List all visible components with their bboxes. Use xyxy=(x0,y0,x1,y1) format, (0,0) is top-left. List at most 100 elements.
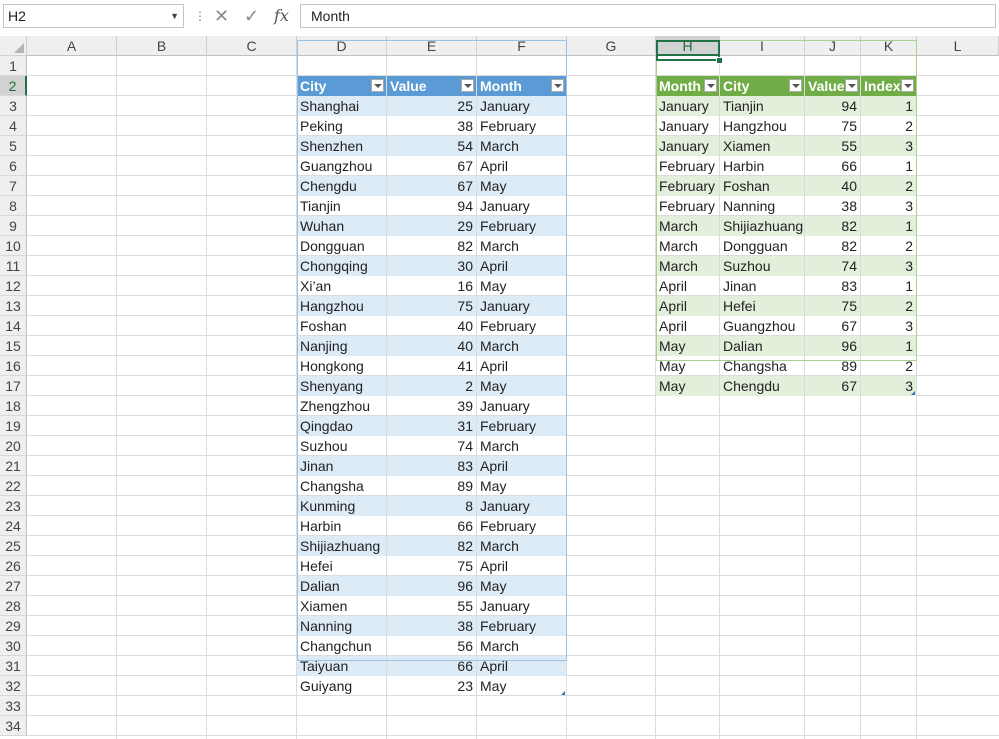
table1-cell[interactable]: May xyxy=(477,376,566,396)
table1-cell[interactable]: March xyxy=(477,136,566,156)
table2-cell[interactable]: Foshan xyxy=(720,176,804,196)
column-header-e[interactable]: E xyxy=(387,36,477,56)
filter-dropdown-icon[interactable] xyxy=(371,79,384,92)
column-header-d[interactable]: D xyxy=(297,36,387,56)
row-header-10[interactable]: 10 xyxy=(0,236,27,256)
table1-cell[interactable]: 8 xyxy=(387,496,476,516)
table1-cell[interactable]: Chengdu xyxy=(297,176,386,196)
table1-cell[interactable]: January xyxy=(477,396,566,416)
row-header-12[interactable]: 12 xyxy=(0,276,27,296)
table1-cell[interactable]: 40 xyxy=(387,316,476,336)
table1-cell[interactable]: 75 xyxy=(387,296,476,316)
table1-cell[interactable]: January xyxy=(477,96,566,116)
table1-cell[interactable]: Shenzhen xyxy=(297,136,386,156)
table2-cell[interactable]: 66 xyxy=(805,156,860,176)
filter-dropdown-icon[interactable] xyxy=(789,79,802,92)
table2-cell[interactable]: February xyxy=(656,156,719,176)
table1-cell[interactable]: 55 xyxy=(387,596,476,616)
table1-cell[interactable]: April xyxy=(477,256,566,276)
table1-cell[interactable]: January xyxy=(477,196,566,216)
filter-dropdown-icon[interactable] xyxy=(901,79,914,92)
row-header-28[interactable]: 28 xyxy=(0,596,27,616)
table2-cell[interactable]: Changsha xyxy=(720,356,804,376)
table1-resize-handle[interactable] xyxy=(561,691,565,695)
table1-cell[interactable]: Xiamen xyxy=(297,596,386,616)
row-header-8[interactable]: 8 xyxy=(0,196,27,216)
table1-cell[interactable]: 40 xyxy=(387,336,476,356)
table1-cell[interactable]: Changsha xyxy=(297,476,386,496)
table1-cell[interactable]: Chongqing xyxy=(297,256,386,276)
column-header-a[interactable]: A xyxy=(27,36,117,56)
table1-cell[interactable]: January xyxy=(477,596,566,616)
table1-cell[interactable]: 16 xyxy=(387,276,476,296)
table1-cell[interactable]: February xyxy=(477,616,566,636)
table2-cell[interactable]: 1 xyxy=(861,216,916,236)
table2-cell[interactable]: February xyxy=(656,176,719,196)
table1-cell[interactable]: 94 xyxy=(387,196,476,216)
row-header-33[interactable]: 33 xyxy=(0,696,27,716)
row-header-15[interactable]: 15 xyxy=(0,336,27,356)
table1-cell[interactable]: 75 xyxy=(387,556,476,576)
table1-cell[interactable]: Shenyang xyxy=(297,376,386,396)
table1-cell[interactable]: May xyxy=(477,276,566,296)
table2-cell[interactable]: Hefei xyxy=(720,296,804,316)
row-header-34[interactable]: 34 xyxy=(0,716,27,736)
table1-cell[interactable]: Tianjin xyxy=(297,196,386,216)
table1-cell[interactable]: Peking xyxy=(297,116,386,136)
row-header-32[interactable]: 32 xyxy=(0,676,27,696)
table2-cell[interactable]: 3 xyxy=(861,376,916,396)
table1-cell[interactable]: 38 xyxy=(387,116,476,136)
table2-cell[interactable]: March xyxy=(656,256,719,276)
table2-cell[interactable]: January xyxy=(656,136,719,156)
table1-cell[interactable]: May xyxy=(477,176,566,196)
table1-cell[interactable]: Foshan xyxy=(297,316,386,336)
filter-dropdown-icon[interactable] xyxy=(551,79,564,92)
table1-cell[interactable]: Taiyuan xyxy=(297,656,386,676)
table2-cell[interactable]: 96 xyxy=(805,336,860,356)
table1-cell[interactable]: Jinan xyxy=(297,456,386,476)
row-header-14[interactable]: 14 xyxy=(0,316,27,336)
table2-cell[interactable]: 1 xyxy=(861,96,916,116)
spreadsheet-grid[interactable]: ABCDEFGHIJKL 1 2 3 4 5 6 7 8 9 10 11 12 13 14 15 16 17 18… xyxy=(0,36,999,739)
table2-cell[interactable]: April xyxy=(656,296,719,316)
filter-dropdown-icon[interactable] xyxy=(704,79,717,92)
table2-cell[interactable]: March xyxy=(656,236,719,256)
table1-cell[interactable]: 82 xyxy=(387,536,476,556)
table2-cell[interactable]: 2 xyxy=(861,236,916,256)
table1-cell[interactable]: Xi’an xyxy=(297,276,386,296)
more-options-icon[interactable]: ⋮ xyxy=(194,7,206,25)
column-header-g[interactable]: G xyxy=(567,36,656,56)
column-header-f[interactable]: F xyxy=(477,36,567,56)
table2-cell[interactable]: 3 xyxy=(861,316,916,336)
table1-cell[interactable]: Guiyang xyxy=(297,676,386,696)
table1-cell[interactable]: February xyxy=(477,316,566,336)
table2-cell[interactable]: 1 xyxy=(861,336,916,356)
table2-cell[interactable]: Suzhou xyxy=(720,256,804,276)
filter-dropdown-icon[interactable] xyxy=(461,79,474,92)
table1-cell[interactable]: 31 xyxy=(387,416,476,436)
row-header-24[interactable]: 24 xyxy=(0,516,27,536)
filter-dropdown-icon[interactable] xyxy=(845,79,858,92)
row-header-3[interactable]: 3 xyxy=(0,96,27,116)
table2-cell[interactable]: 3 xyxy=(861,136,916,156)
table2-cell[interactable]: 2 xyxy=(861,176,916,196)
table2-cell[interactable]: 89 xyxy=(805,356,860,376)
table1-cell[interactable]: Hangzhou xyxy=(297,296,386,316)
table2-cell[interactable]: 2 xyxy=(861,356,916,376)
table2-cell[interactable]: 3 xyxy=(861,256,916,276)
table2-cell[interactable]: 75 xyxy=(805,116,860,136)
table1-cell[interactable]: 25 xyxy=(387,96,476,116)
table1-cell[interactable]: Dalian xyxy=(297,576,386,596)
table1-cell[interactable]: April xyxy=(477,556,566,576)
name-box[interactable]: H2 ▼ xyxy=(3,4,184,28)
table1-cell[interactable]: April xyxy=(477,156,566,176)
table2-cell[interactable]: May xyxy=(656,356,719,376)
fill-handle[interactable] xyxy=(716,57,723,64)
table2-cell[interactable]: February xyxy=(656,196,719,216)
chevron-down-icon[interactable]: ▼ xyxy=(170,5,179,27)
table1-cell[interactable]: Hefei xyxy=(297,556,386,576)
row-header-9[interactable]: 9 xyxy=(0,216,27,236)
table1-cell[interactable]: Zhengzhou xyxy=(297,396,386,416)
table2-cell[interactable]: Chengdu xyxy=(720,376,804,396)
table2-cell[interactable]: Xiamen xyxy=(720,136,804,156)
